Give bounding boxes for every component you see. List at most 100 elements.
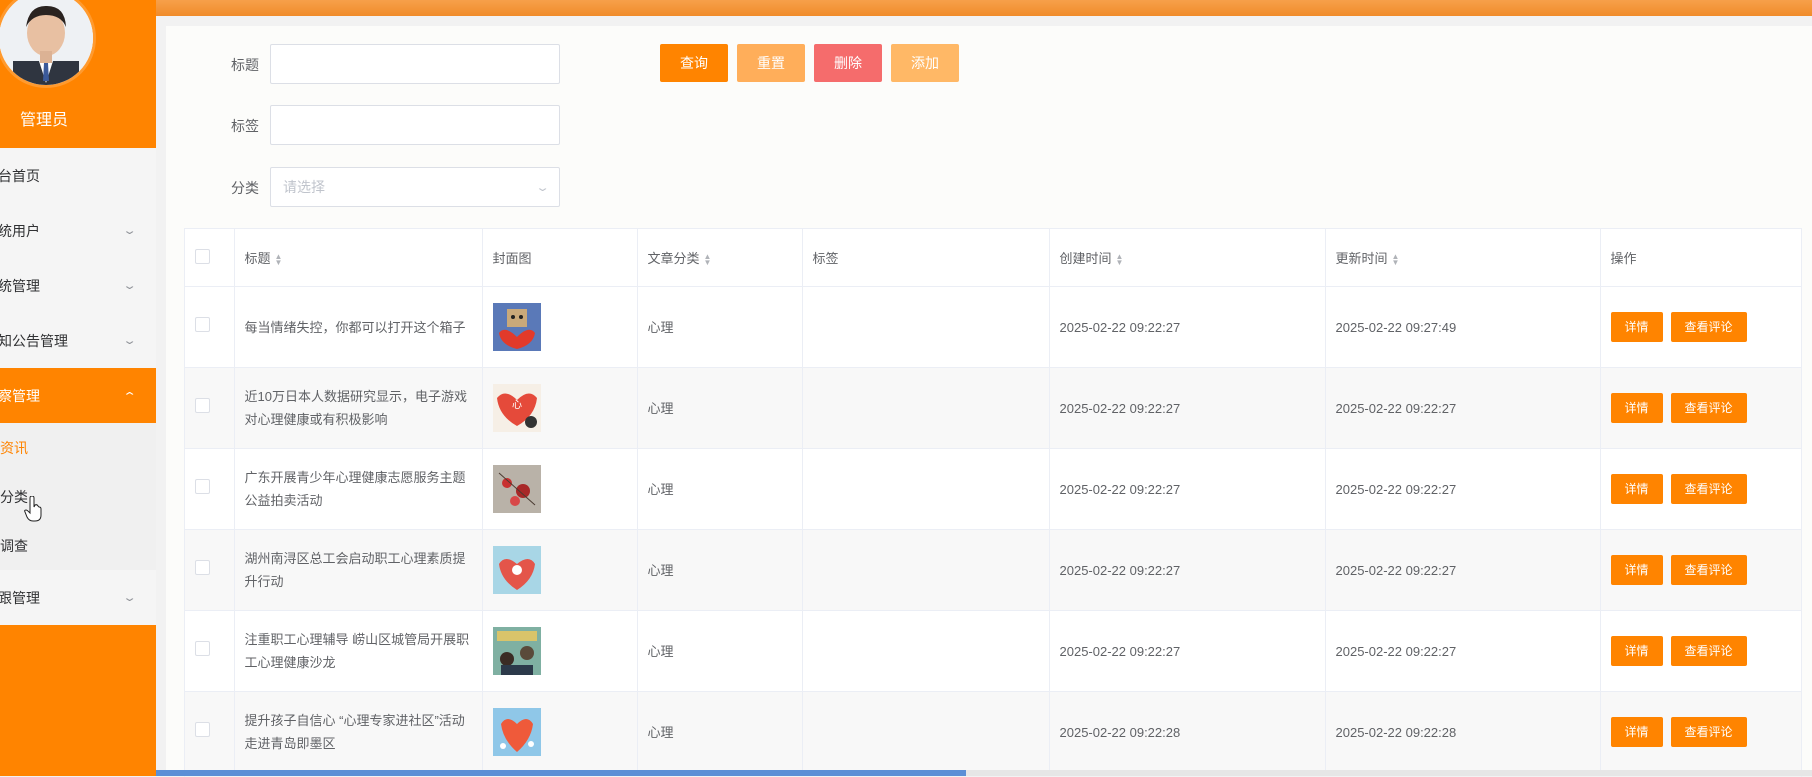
title-cell: 每当情绪失控，你都可以打开这个箱子 — [234, 286, 483, 368]
table-row: 注重职工心理辅导 崂山区城管局开展职工心理健康沙龙 心理 2025-02-22 09… — [185, 610, 1801, 692]
query-button[interactable]: 查询 — [660, 44, 728, 82]
cover-cell: 心 — [482, 367, 638, 449]
detail-button[interactable]: 详情 — [1610, 636, 1663, 666]
header-actions: 操作 — [1600, 229, 1801, 287]
created-cell: 2025-02-22 09:22:27 — [1049, 286, 1326, 368]
menu-item-label: 察管理 — [0, 387, 40, 404]
header-updated-label: 更新时间 — [1335, 251, 1388, 266]
chevron-down-icon: ⌄ — [122, 225, 137, 237]
svg-text:心: 心 — [512, 399, 522, 411]
row-select-cell — [185, 610, 235, 692]
row-select-cell — [185, 367, 235, 449]
row-checkbox[interactable] — [195, 397, 210, 413]
cover-image[interactable] — [492, 627, 541, 675]
menu-item-system[interactable]: 统管理 ⌄ — [0, 258, 156, 313]
sort-icon[interactable]: ▲ ▼ — [275, 252, 283, 266]
table-row: 每当情绪失控，你都可以打开这个箱子 心理 2025-02-22 09:22:27 20… — [185, 286, 1801, 368]
scrollbar-thumb[interactable] — [156, 770, 966, 776]
tag-filter-label: 标签 — [231, 118, 259, 134]
menu-item-home[interactable]: 台首页 — [0, 148, 156, 203]
view-comments-button[interactable]: 查看评论 — [1670, 555, 1747, 585]
delete-button[interactable]: 删除 — [814, 44, 882, 82]
row-checkbox[interactable] — [195, 316, 210, 332]
header-tags: 标签 — [802, 229, 1050, 287]
row-checkbox[interactable] — [195, 559, 210, 575]
menu-item-label: 统用户 — [0, 222, 40, 239]
detail-button[interactable]: 详情 — [1610, 717, 1663, 747]
view-comments-button[interactable]: 查看评论 — [1670, 312, 1747, 342]
sidebar: 管理员 台首页 统用户 ⌄ 统管理 ⌄ 知公告管理 ⌄ 察管理 ⌄ 资讯 分类 … — [0, 0, 156, 776]
updated-cell: 2025-02-22 09:22:27 — [1325, 367, 1601, 449]
menu-item-label: 跟管理 — [0, 589, 40, 606]
top-strip — [156, 0, 1812, 16]
cover-image[interactable] — [492, 546, 541, 594]
title-filter-label: 标题 — [231, 57, 259, 73]
menu-item-users[interactable]: 统用户 ⌄ — [0, 203, 156, 258]
cover-cell — [482, 691, 638, 773]
detail-button[interactable]: 详情 — [1610, 474, 1663, 504]
table-row: 提升孩子自信心 “心理专家进社区”活动走进青岛即墨区 心理 2025-02-22 0… — [185, 691, 1801, 773]
tags-cell — [802, 286, 1050, 368]
cover-image[interactable] — [492, 708, 541, 756]
sort-icon[interactable]: ▲ ▼ — [1116, 252, 1124, 266]
view-comments-button[interactable]: 查看评论 — [1670, 474, 1747, 504]
select-all-checkbox[interactable] — [195, 248, 210, 264]
category-cell: 心理 — [637, 691, 803, 773]
tags-cell — [802, 529, 1050, 611]
view-comments-button[interactable]: 查看评论 — [1670, 393, 1747, 423]
row-checkbox[interactable] — [195, 640, 210, 656]
tag-input[interactable] — [270, 105, 560, 145]
view-comments-button[interactable]: 查看评论 — [1670, 636, 1747, 666]
actions-cell: 详情 查看评论 — [1600, 529, 1801, 611]
submenu-item-survey[interactable]: 调查 — [0, 521, 156, 570]
created-cell: 2025-02-22 09:22:27 — [1049, 448, 1326, 530]
header-actions-label: 操作 — [1610, 251, 1637, 266]
cover-image[interactable]: 心 — [492, 384, 541, 432]
row-select-cell — [185, 286, 235, 368]
cover-image[interactable] — [492, 465, 541, 513]
table-row: 广东开展青少年心理健康志愿服务主题公益拍卖活动 心理 2025-02-22 09:2… — [185, 448, 1801, 530]
menu-item-label: 知公告管理 — [0, 332, 68, 349]
detail-button[interactable]: 详情 — [1610, 555, 1663, 585]
header-title[interactable]: 标题 ▲ ▼ — [234, 229, 483, 287]
table-row: 湖州南浔区总工会启动职工心理素质提升行动 心理 2025-02-22 09:22:2… — [185, 529, 1801, 611]
header-created[interactable]: 创建时间 ▲ ▼ — [1049, 229, 1326, 287]
main-panel: 标题 标签 分类 请选择 ⌄ 查询 重置 删除 添加 标题 ▲ ▼ 封面图 文章分类… — [166, 26, 1812, 777]
header-category[interactable]: 文章分类 ▲ ▼ — [637, 229, 803, 287]
menu-item-notices[interactable]: 知公告管理 ⌄ — [0, 313, 156, 368]
horizontal-scrollbar[interactable] — [156, 770, 1812, 776]
row-checkbox[interactable] — [195, 721, 210, 737]
detail-button[interactable]: 详情 — [1610, 312, 1663, 342]
title-cell: 注重职工心理辅导 崂山区城管局开展职工心理健康沙龙 — [234, 610, 483, 692]
submenu-item-news[interactable]: 资讯 — [0, 423, 156, 472]
menu-item-observe[interactable]: 察管理 ⌄ — [0, 368, 156, 423]
sort-icon[interactable]: ▲ ▼ — [704, 252, 712, 266]
reset-button[interactable]: 重置 — [737, 44, 805, 82]
category-cell: 心理 — [637, 529, 803, 611]
title-cell: 湖州南浔区总工会启动职工心理素质提升行动 — [234, 529, 483, 611]
category-cell: 心理 — [637, 610, 803, 692]
menu-item-last[interactable]: 跟管理 ⌄ — [0, 570, 156, 625]
sort-icon[interactable]: ▲ ▼ — [1392, 252, 1400, 266]
cover-image[interactable] — [492, 303, 541, 351]
cover-cell — [482, 448, 638, 530]
menu-item-label: 统管理 — [0, 277, 40, 294]
detail-button[interactable]: 详情 — [1610, 393, 1663, 423]
add-button[interactable]: 添加 — [891, 44, 959, 82]
header-tags-label: 标签 — [812, 251, 839, 266]
tags-cell — [802, 448, 1050, 530]
category-cell: 心理 — [637, 448, 803, 530]
actions-cell: 详情 查看评论 — [1600, 286, 1801, 368]
row-checkbox[interactable] — [195, 478, 210, 494]
view-comments-button[interactable]: 查看评论 — [1670, 717, 1747, 747]
row-select-cell — [185, 691, 235, 773]
category-select[interactable]: 请选择 ⌄ — [270, 167, 560, 207]
hand-cursor-icon — [24, 496, 42, 522]
header-updated[interactable]: 更新时间 ▲ ▼ — [1325, 229, 1601, 287]
header-category-label: 文章分类 — [647, 251, 700, 266]
created-cell: 2025-02-22 09:22:28 — [1049, 691, 1326, 773]
title-input[interactable] — [270, 44, 560, 84]
created-cell: 2025-02-22 09:22:27 — [1049, 610, 1326, 692]
header-cover-label: 封面图 — [492, 251, 532, 266]
updated-cell: 2025-02-22 09:22:27 — [1325, 610, 1601, 692]
